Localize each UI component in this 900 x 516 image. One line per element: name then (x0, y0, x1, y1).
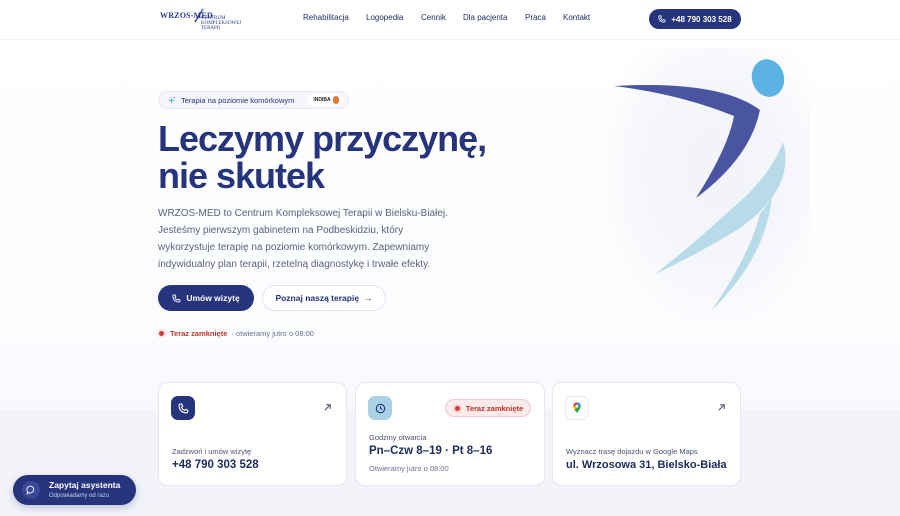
assistant-title: Zapytaj asystenta (49, 480, 121, 490)
hero-lead-line2: Jesteśmy pierwszym gabinetem na Podbeski… (158, 225, 404, 236)
hours-card-icon (368, 396, 392, 420)
book-visit-label: Umów wizytę (186, 293, 240, 303)
hero-lead: WRZOS-MED to Centrum Kompleksowej Terapi… (158, 205, 458, 273)
route-card-label: Wyznacz trasę dojazdu w Google Maps (566, 447, 698, 456)
nav-item-cennik[interactable]: Cennik (421, 13, 446, 22)
figure-swoosh-icon (614, 59, 786, 310)
status-dot-icon (452, 403, 462, 413)
logo-tagline: Centrum Kompleksowej Terapii (201, 16, 242, 31)
arrow-right-icon: → (364, 293, 373, 303)
assistant-subtitle: Odpowiadamy od razu (49, 493, 110, 499)
indiba-logo: INDIBA (308, 94, 344, 106)
hero-headline-line2: nie skutek (158, 155, 325, 196)
learn-therapy-button[interactable]: Poznaj naszą terapię → (262, 285, 386, 311)
header-phone-label: +48 790 303 528 (671, 14, 732, 24)
call-card[interactable]: Zadzwoń i umów wizytę +48 790 303 528 (158, 382, 347, 486)
hero-headline: Leczymy przyczynę, nie skutek (158, 120, 518, 194)
site-header: WRZOS-MED Centrum Kompleksowej Terapii R… (0, 0, 900, 40)
opening-status: Teraz zamknięte · otwieramy jutro o 08:0… (157, 329, 314, 338)
nav-item-logopedia[interactable]: Logopedia (366, 13, 403, 22)
indiba-logo-text: INDIBA (313, 97, 331, 103)
nav-item-praca[interactable]: Praca (525, 13, 546, 22)
therapy-badge: Terapia na poziomie komórkowym INDIBA (158, 91, 349, 109)
site-logo[interactable]: WRZOS-MED Centrum Kompleksowej Terapii (160, 8, 252, 32)
status-closed-text: Teraz zamknięte (170, 329, 228, 338)
status-badge-text: Teraz zamknięte (465, 403, 524, 413)
map-pin-icon (573, 402, 581, 413)
route-card[interactable]: Wyznacz trasę dojazdu w Google Maps ul. … (552, 382, 741, 486)
phone-icon (178, 403, 188, 413)
status-badge: Teraz zamknięte (445, 399, 531, 417)
phone-icon (658, 15, 666, 23)
hours-card-value: Pn–Czw 8–19 · Pt 8–16 (369, 445, 493, 457)
route-card-icon (565, 396, 589, 420)
hero-lead-line3: wykorzystuje terapię na poziomie komórko… (158, 242, 430, 253)
therapy-badge-text: Terapia na poziomie komórkowym (181, 95, 295, 105)
hero-headline-line1: Leczymy przyczynę, (158, 118, 487, 159)
call-card-phone: +48 790 303 528 (172, 459, 259, 471)
status-dot-icon (157, 329, 166, 338)
route-card-address: ul. Wrzosowa 31, Bielsko-Biała (566, 459, 727, 471)
assistant-button[interactable]: Zapytaj asystenta Odpowiadamy od razu (13, 475, 136, 505)
chat-bubble-icon (22, 481, 40, 499)
arrow-up-right-icon (324, 404, 331, 411)
hero-illustration (600, 48, 810, 320)
clock-icon (375, 403, 385, 413)
hero-lead-line1: WRZOS-MED to Centrum Kompleksowej Terapi… (158, 208, 448, 219)
hours-card-label: Godziny otwarcia (369, 433, 427, 442)
header-phone-button[interactable]: +48 790 303 528 (649, 9, 741, 29)
status-reopen-text: · otwieramy jutro o 08:00 (231, 329, 314, 338)
hours-card-note: Otwieramy jutro o 08:00 (369, 464, 449, 473)
phone-icon (172, 293, 181, 303)
book-visit-button[interactable]: Umów wizytę (158, 285, 254, 311)
arrow-up-right-icon (718, 404, 725, 411)
hero-lead-line4: indywidualny plan terapii, rzetelną diag… (158, 259, 431, 270)
learn-therapy-label: Poznaj naszą terapię (275, 293, 360, 303)
indiba-mark-icon (332, 96, 339, 104)
nav-item-rehabilitacja[interactable]: Rehabilitacja (303, 13, 349, 22)
call-card-label: Zadzwoń i umów wizytę (172, 447, 252, 456)
nav-item-dla-pacjenta[interactable]: Dla pacjenta (463, 13, 507, 22)
nav-item-kontakt[interactable]: Kontakt (563, 13, 590, 22)
hours-card: Teraz zamknięte Godziny otwarcia Pn–Czw … (355, 382, 545, 486)
sparkle-icon (167, 96, 176, 104)
call-card-icon (171, 396, 195, 420)
